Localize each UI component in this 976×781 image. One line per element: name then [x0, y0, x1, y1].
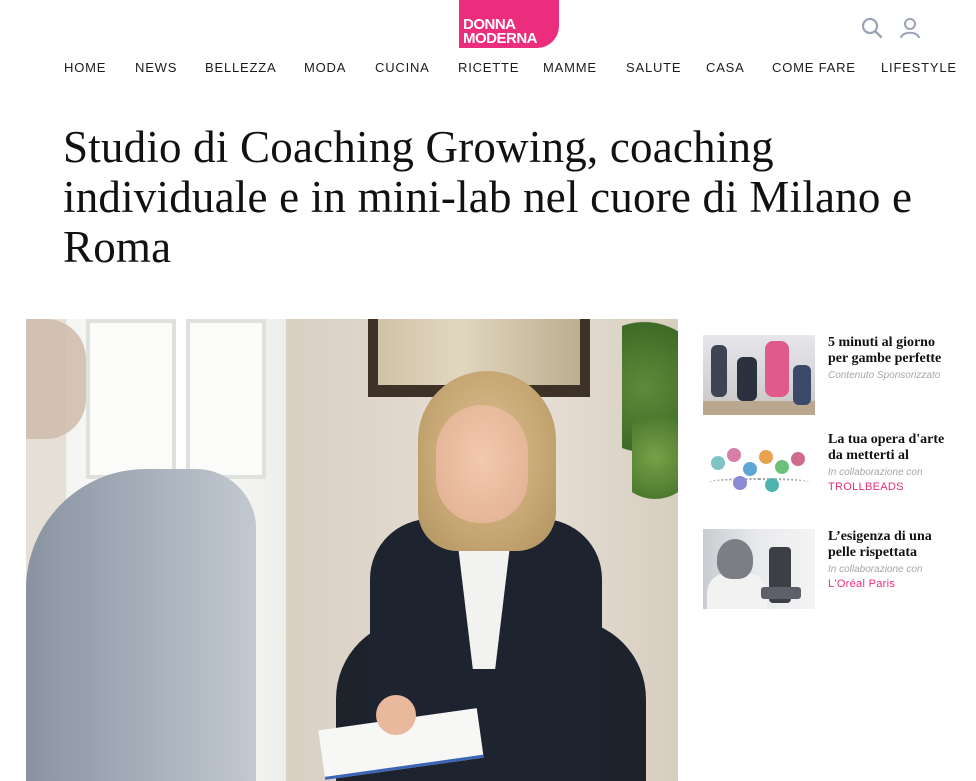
sidebar-item-gambe[interactable]: 5 minuti al giorno per gambe perfette Co…: [703, 335, 963, 415]
collaboration-label: In collaborazione con: [828, 564, 923, 575]
sidebar-thumbnail: [703, 432, 815, 512]
nav-item-lifestyle[interactable]: LIFESTYLE: [881, 60, 957, 75]
donna-moderna-logo[interactable]: DONNA MODERNA: [459, 0, 559, 48]
search-icon[interactable]: [860, 16, 884, 40]
sidebar-item-title[interactable]: La tua opera d'arte da metterti al: [828, 432, 958, 464]
sidebar-item-trollbeads[interactable]: La tua opera d'arte da metterti al In co…: [703, 432, 963, 512]
article-title: Studio di Coaching Growing, coaching ind…: [63, 122, 913, 272]
nav-item-come-fare[interactable]: COME FARE: [772, 60, 856, 75]
sidebar-item-loreal[interactable]: L’esigenza di una pelle rispettata In co…: [703, 529, 963, 609]
nav-item-home[interactable]: HOME: [64, 60, 106, 75]
nav-item-news[interactable]: NEWS: [135, 60, 177, 75]
nav-item-mamme[interactable]: MAMME: [543, 60, 597, 75]
sponsor-brand[interactable]: TROLLBEADS: [828, 480, 958, 494]
sidebar-thumbnail: [703, 335, 815, 415]
sidebar-item-title[interactable]: 5 minuti al giorno per gambe perfette: [828, 335, 958, 367]
nav-item-salute[interactable]: SALUTE: [626, 60, 681, 75]
nav-item-ricette[interactable]: RICETTE: [458, 60, 519, 75]
user-icon[interactable]: [898, 16, 922, 40]
sidebar-item-title[interactable]: L’esigenza di una pelle rispettata: [828, 529, 958, 561]
nav-item-bellezza[interactable]: BELLEZZA: [205, 60, 276, 75]
sponsor-brand[interactable]: L'Oréal Paris: [828, 577, 958, 591]
sponsored-label: Contenuto Sponsorizzato: [828, 370, 941, 381]
logo-line-2: MODERNA: [463, 30, 538, 47]
collaboration-label: In collaborazione con: [828, 467, 923, 478]
main-navigation: HOME NEWS BELLEZZA MODA CUCINA RICETTE M…: [0, 60, 976, 78]
sidebar-thumbnail: [703, 529, 815, 609]
article-hero-image: [26, 319, 678, 781]
nav-item-moda[interactable]: MODA: [304, 60, 346, 75]
nav-item-cucina[interactable]: CUCINA: [375, 60, 430, 75]
nav-item-casa[interactable]: CASA: [706, 60, 745, 75]
